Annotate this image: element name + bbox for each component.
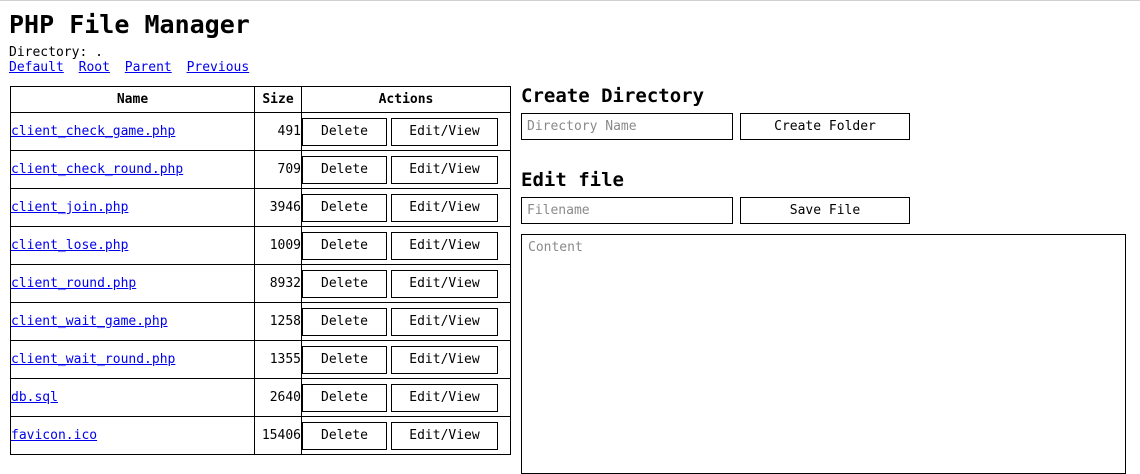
file-size-cell: 8932	[254, 264, 302, 303]
file-size-cell: 709	[254, 150, 302, 189]
file-name-cell: client_check_round.php	[10, 150, 255, 189]
file-actions-cell: Delete Edit/View	[301, 378, 511, 417]
file-size-cell: 15406	[254, 416, 302, 455]
table-row: client_check_round.php 709 Delete Edit/Vi…	[10, 150, 511, 189]
file-size-cell: 2640	[254, 378, 302, 417]
delete-button[interactable]: Delete	[302, 117, 387, 146]
delete-button[interactable]: Delete	[302, 155, 387, 184]
page-title: PHP File Manager	[9, 10, 250, 39]
edit-view-button[interactable]: Edit/View	[391, 307, 498, 336]
file-name-cell: favicon.ico	[10, 416, 255, 455]
directory-name-input[interactable]	[521, 113, 733, 140]
file-actions-cell: Delete Edit/View	[301, 302, 511, 341]
file-name-cell: client_check_game.php	[10, 112, 255, 151]
filename-input[interactable]	[521, 197, 733, 224]
file-actions-cell: Delete Edit/View	[301, 340, 511, 379]
file-actions-cell: Delete Edit/View	[301, 150, 511, 189]
save-file-button[interactable]: Save File	[740, 197, 910, 224]
content-textarea[interactable]	[521, 234, 1126, 474]
table-header-row: Name Size Actions	[10, 86, 511, 113]
file-link[interactable]: client_join.php	[11, 200, 128, 215]
table-row: favicon.ico 15406 Delete Edit/View	[10, 416, 511, 455]
directory-label: Directory:	[9, 45, 88, 60]
edit-file-heading: Edit file	[521, 169, 624, 191]
column-header-actions: Actions	[301, 86, 511, 113]
file-actions-cell: Delete Edit/View	[301, 188, 511, 227]
file-link[interactable]: client_wait_game.php	[11, 314, 168, 329]
file-name-cell: client_wait_round.php	[10, 340, 255, 379]
delete-button[interactable]: Delete	[302, 383, 387, 412]
directory-value: .	[95, 45, 103, 60]
file-link[interactable]: favicon.ico	[11, 428, 97, 443]
nav-link-parent[interactable]: Parent	[125, 60, 172, 75]
top-border	[0, 0, 1140, 1]
file-link[interactable]: client_check_round.php	[11, 162, 183, 177]
table-row: client_join.php 3946 Delete Edit/View	[10, 188, 511, 227]
file-size-cell: 1009	[254, 226, 302, 265]
delete-button[interactable]: Delete	[302, 421, 387, 450]
file-actions-cell: Delete Edit/View	[301, 416, 511, 455]
nav-link-default[interactable]: Default	[9, 60, 64, 75]
delete-button[interactable]: Delete	[302, 193, 387, 222]
file-link[interactable]: client_round.php	[11, 276, 136, 291]
column-header-size: Size	[254, 86, 302, 113]
file-size-cell: 1258	[254, 302, 302, 341]
column-header-name: Name	[10, 86, 255, 113]
table-row: db.sql 2640 Delete Edit/View	[10, 378, 511, 417]
file-link[interactable]: client_check_game.php	[11, 124, 175, 139]
table-row: client_round.php 8932 Delete Edit/View	[10, 264, 511, 303]
edit-view-button[interactable]: Edit/View	[391, 155, 498, 184]
file-table: Name Size Actions client_check_game.php …	[10, 86, 511, 455]
file-actions-cell: Delete Edit/View	[301, 264, 511, 303]
create-directory-heading: Create Directory	[521, 85, 705, 107]
file-link[interactable]: client_lose.php	[11, 238, 128, 253]
edit-view-button[interactable]: Edit/View	[391, 269, 498, 298]
file-link[interactable]: client_wait_round.php	[11, 352, 175, 367]
file-size-cell: 491	[254, 112, 302, 151]
file-actions-cell: Delete Edit/View	[301, 112, 511, 151]
current-directory: Directory: .	[9, 45, 103, 60]
file-name-cell: db.sql	[10, 378, 255, 417]
delete-button[interactable]: Delete	[302, 345, 387, 374]
delete-button[interactable]: Delete	[302, 307, 387, 336]
table-row: client_lose.php 1009 Delete Edit/View	[10, 226, 511, 265]
nav-link-root[interactable]: Root	[79, 60, 110, 75]
edit-view-button[interactable]: Edit/View	[391, 345, 498, 374]
edit-view-button[interactable]: Edit/View	[391, 193, 498, 222]
nav-link-previous[interactable]: Previous	[187, 60, 250, 75]
file-size-cell: 1355	[254, 340, 302, 379]
delete-button[interactable]: Delete	[302, 269, 387, 298]
create-folder-button[interactable]: Create Folder	[740, 113, 910, 140]
edit-view-button[interactable]: Edit/View	[391, 117, 498, 146]
file-link[interactable]: db.sql	[11, 390, 58, 405]
delete-button[interactable]: Delete	[302, 231, 387, 260]
file-name-cell: client_lose.php	[10, 226, 255, 265]
file-size-cell: 3946	[254, 188, 302, 227]
table-row: client_wait_game.php 1258 Delete Edit/Vie…	[10, 302, 511, 341]
edit-view-button[interactable]: Edit/View	[391, 231, 498, 260]
file-name-cell: client_wait_game.php	[10, 302, 255, 341]
edit-view-button[interactable]: Edit/View	[391, 383, 498, 412]
edit-view-button[interactable]: Edit/View	[391, 421, 498, 450]
file-name-cell: client_join.php	[10, 188, 255, 227]
table-row: client_check_game.php 491 Delete Edit/Vie…	[10, 112, 511, 151]
table-row: client_wait_round.php 1355 Delete Edit/Vi…	[10, 340, 511, 379]
file-name-cell: client_round.php	[10, 264, 255, 303]
file-actions-cell: Delete Edit/View	[301, 226, 511, 265]
directory-nav: Default Root Parent Previous	[9, 60, 256, 75]
